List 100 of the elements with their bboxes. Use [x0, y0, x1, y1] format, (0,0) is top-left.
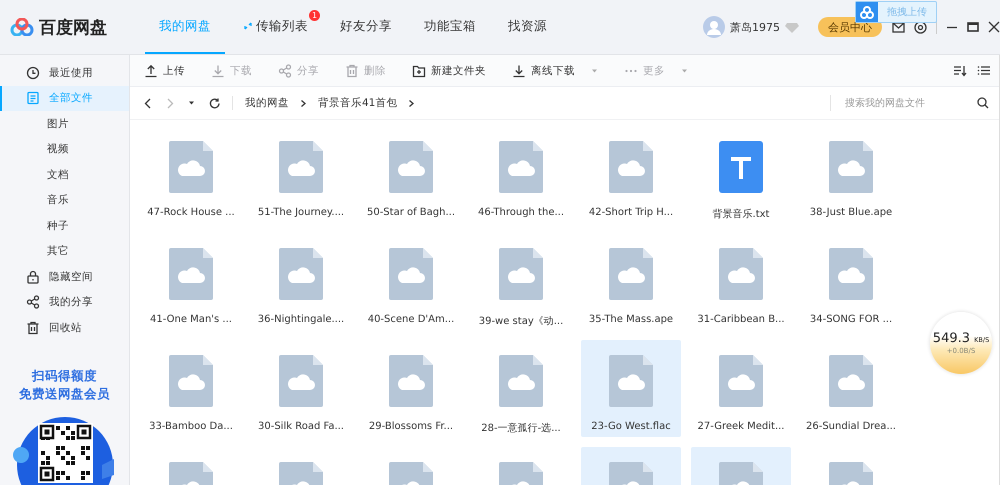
- file-tile[interactable]: 28-一意孤行-选...: [471, 340, 571, 437]
- clock-icon: [26, 66, 40, 80]
- cloud-file-icon: [389, 248, 433, 300]
- sidebar-item[interactable]: 回收站: [0, 315, 129, 340]
- maximize-icon[interactable]: [967, 21, 979, 33]
- file-name: 30-Silk Road Fa...: [258, 421, 344, 432]
- list-view-icon[interactable]: [977, 64, 991, 77]
- cloud-logo-icon: [10, 18, 34, 36]
- file-tile[interactable]: 27-Greek Medit...: [691, 340, 791, 437]
- file-tile[interactable]: 26-Sundial Drea...: [801, 340, 901, 437]
- sort-icon[interactable]: [953, 64, 967, 77]
- download-icon: [512, 64, 526, 78]
- share-icon: [278, 64, 292, 78]
- nav-tab[interactable]: 找资源: [494, 0, 561, 54]
- cloud-logo-icon: [860, 6, 874, 18]
- cloud-file-icon: [279, 141, 323, 193]
- mail-icon[interactable]: [892, 20, 905, 34]
- file-tile[interactable]: 背景音乐.txt: [691, 126, 791, 223]
- file-tile[interactable]: 40-Scene D'Am...: [361, 233, 461, 330]
- cloud-file-icon: [829, 355, 873, 407]
- file-name: 46-Through the...: [478, 207, 564, 218]
- back-icon[interactable]: [144, 98, 152, 108]
- file-name: 40-Scene D'Am...: [368, 314, 454, 325]
- settings-icon[interactable]: [914, 20, 927, 34]
- cloud-file-icon: [609, 141, 653, 193]
- file-tile[interactable]: 51-The Journey....: [251, 126, 351, 223]
- cloud-file-icon: [499, 248, 543, 300]
- sidebar-item[interactable]: 隐藏空间: [0, 264, 129, 290]
- cloud-file-icon: [389, 355, 433, 407]
- lock-icon: [26, 270, 40, 284]
- file-tile[interactable]: 23-Go West.flac: [581, 340, 681, 437]
- share-icon: [26, 295, 40, 310]
- nav-tab[interactable]: 好友分享: [326, 0, 406, 54]
- cloud-file-icon: [829, 248, 873, 300]
- file-name: 34-SONG FOR ...: [810, 314, 892, 325]
- sidebar-subitem[interactable]: 音乐: [0, 188, 129, 213]
- sidebar-item[interactable]: 最近使用: [0, 60, 129, 86]
- breadcrumb-link[interactable]: 背景音乐41首包: [318, 96, 398, 110]
- file-tile[interactable]: 33-Bamboo Da...: [141, 340, 241, 437]
- sidebar-subitem[interactable]: 种子: [0, 213, 129, 238]
- file-name: 27-Greek Medit...: [698, 421, 784, 432]
- sidebar-item[interactable]: 我的分享: [0, 290, 129, 315]
- cloud-file-icon: [279, 248, 323, 300]
- sidebar-subitem[interactable]: 图片: [0, 111, 129, 136]
- file-name: 47-Rock House ...: [147, 207, 235, 218]
- file-name: 42-Short Trip H...: [588, 207, 674, 218]
- file-tile[interactable]: 46-Through the...: [471, 126, 571, 223]
- cloud-file-icon: [609, 248, 653, 300]
- file-name: 28-一意孤行-选...: [481, 422, 561, 435]
- chevron-right-icon: [300, 98, 307, 108]
- cloud-file-icon: [279, 355, 323, 407]
- file-tile[interactable]: 42-Short Trip H...: [581, 126, 681, 223]
- file-name: 29-Blossoms Fr...: [368, 421, 454, 432]
- cloud-file-icon: [389, 141, 433, 193]
- cloud-file-icon: [499, 141, 543, 193]
- notification-badge: 1: [309, 10, 320, 21]
- cloud-file-icon: [719, 248, 763, 300]
- file-tile[interactable]: 30-Silk Road Fa...: [251, 340, 351, 437]
- nav-tab[interactable]: 功能宝箱: [410, 0, 490, 54]
- toolbar-button[interactable]: 上传: [144, 64, 185, 78]
- sidebar-subitem[interactable]: 视频: [0, 136, 129, 162]
- file-tile[interactable]: 38-Just Blue.ape: [801, 126, 901, 223]
- new-folder-icon: [412, 64, 426, 78]
- promo-text: 免费送网盘会员: [18, 384, 111, 402]
- cloud-file-icon: [499, 355, 543, 407]
- file-name: 41-One Man's ...: [150, 314, 232, 325]
- close-icon[interactable]: [988, 21, 1000, 33]
- file-tile[interactable]: 41-One Man's ...: [141, 233, 241, 330]
- cloud-file-icon: [169, 248, 213, 300]
- trash-icon: [345, 64, 359, 78]
- transfer-arrows-icon: [243, 21, 253, 31]
- toolbar-button[interactable]: 离线下载: [512, 64, 598, 78]
- cloud-file-icon: [829, 141, 873, 193]
- sidebar-subitem[interactable]: 其它: [0, 238, 129, 264]
- nav-tab[interactable]: 传输列表 1: [229, 0, 322, 54]
- upload-icon: [144, 64, 158, 78]
- document-icon: [26, 91, 40, 106]
- cloud-file-icon: [719, 355, 763, 407]
- file-tile[interactable]: 31-Caribbean B...: [691, 233, 791, 330]
- trash-icon: [26, 320, 40, 335]
- file-tile[interactable]: 47-Rock House ...: [141, 126, 241, 223]
- file-tile[interactable]: 35-The Mass.ape: [581, 233, 681, 330]
- toolbar-button[interactable]: 新建文件夹: [412, 64, 486, 78]
- breadcrumb-link[interactable]: 我的网盘: [245, 96, 289, 110]
- cloud-file-icon: [609, 355, 653, 407]
- text-file-icon: [719, 141, 763, 193]
- file-tile[interactable]: 39-we stay《动...: [471, 233, 571, 330]
- file-tile[interactable]: 29-Blossoms Fr...: [361, 340, 461, 437]
- file-tile[interactable]: 36-Nightingale....: [251, 233, 351, 330]
- chevron-right-icon: [408, 98, 416, 108]
- promo-text: 扫码得额度: [30, 366, 98, 384]
- file-name: 50-Star of Bagh...: [366, 207, 456, 218]
- sidebar-subitem[interactable]: 文档: [0, 162, 129, 188]
- file-tile[interactable]: 34-SONG FOR ...: [801, 233, 901, 330]
- file-name: 38-Just Blue.ape: [810, 207, 892, 218]
- user-name[interactable]: 萧岛1975: [730, 20, 780, 34]
- search-field[interactable]: 搜索我的网盘文件: [843, 96, 977, 110]
- search-icon[interactable]: [977, 97, 989, 109]
- file-tile[interactable]: 50-Star of Bagh...: [361, 126, 461, 223]
- refresh-icon[interactable]: [209, 98, 220, 108]
